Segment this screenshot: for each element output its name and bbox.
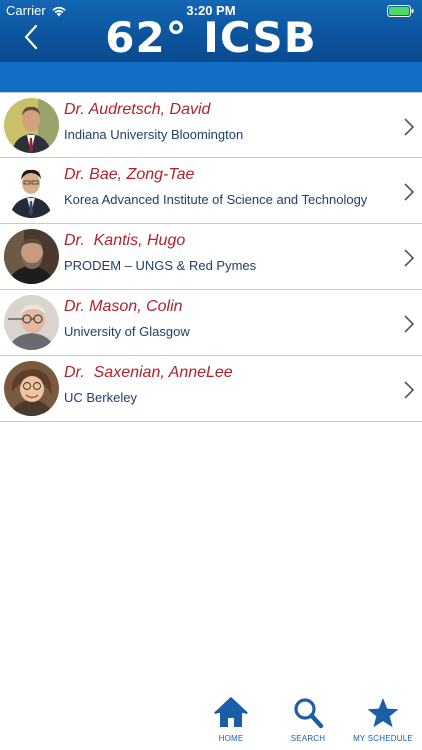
chevron-right-icon [404, 249, 415, 267]
chevron-right-icon [404, 381, 415, 399]
speaker-list: Dr. Audretsch, David Indiana University … [0, 92, 422, 422]
speaker-name: Dr. Kantis, Hugo [64, 232, 186, 249]
chevron-right-icon [404, 118, 415, 136]
speaker-avatar [4, 361, 59, 416]
speaker-affiliation: UC Berkeley [64, 390, 137, 405]
tab-my-schedule-label: MY SCHEDULE [353, 734, 413, 743]
speaker-row-audretsch[interactable]: Dr. Audretsch, David Indiana University … [0, 92, 422, 158]
nav-header: Carrier 3:20 PM 62° ICSB [0, 0, 422, 62]
subheader-bar [0, 62, 422, 92]
tab-home[interactable]: HOME [196, 696, 266, 750]
star-icon [367, 698, 399, 728]
speaker-row-mason[interactable]: Dr. Mason, Colin University of Glasgow [0, 290, 422, 356]
speaker-row-saxenian[interactable]: Dr. Saxenian, AnneLee UC Berkeley [0, 356, 422, 422]
tab-search[interactable]: SEARCH [273, 696, 343, 750]
speaker-avatar [4, 229, 59, 284]
speaker-affiliation: PRODEM – UNGS & Red Pymes [64, 258, 257, 273]
chevron-right-icon [404, 315, 415, 333]
speaker-name: Dr. Mason, Colin [64, 298, 183, 315]
tab-my-schedule[interactable]: MY SCHEDULE [348, 696, 418, 750]
speaker-avatar [4, 98, 59, 153]
app-title: 62° ICSB [105, 13, 317, 62]
speaker-name: Dr. Audretsch, David [64, 101, 211, 118]
speaker-name: Dr. Bae, Zong-Tae [64, 166, 195, 183]
tab-bar: HOME SEARCH MY SCHEDULE [0, 690, 422, 750]
speaker-affiliation: University of Glasgow [64, 324, 190, 339]
tab-search-label: SEARCH [290, 734, 326, 743]
speaker-affiliation: Indiana University Bloomington [64, 127, 244, 142]
search-icon [294, 698, 324, 729]
speaker-row-bae[interactable]: Dr. Bae, Zong-Tae Korea Advanced Institu… [0, 158, 422, 224]
speaker-name: Dr. Saxenian, AnneLee [64, 364, 233, 381]
home-icon [214, 697, 248, 727]
tab-home-label: HOME [218, 734, 244, 743]
speaker-avatar [4, 295, 59, 350]
speaker-row-kantis[interactable]: Dr. Kantis, Hugo PRODEM – UNGS & Red Pym… [0, 224, 422, 290]
speaker-avatar [4, 163, 59, 218]
chevron-right-icon [404, 183, 415, 201]
speaker-affiliation: Korea Advanced Institute of Science and … [64, 192, 368, 207]
